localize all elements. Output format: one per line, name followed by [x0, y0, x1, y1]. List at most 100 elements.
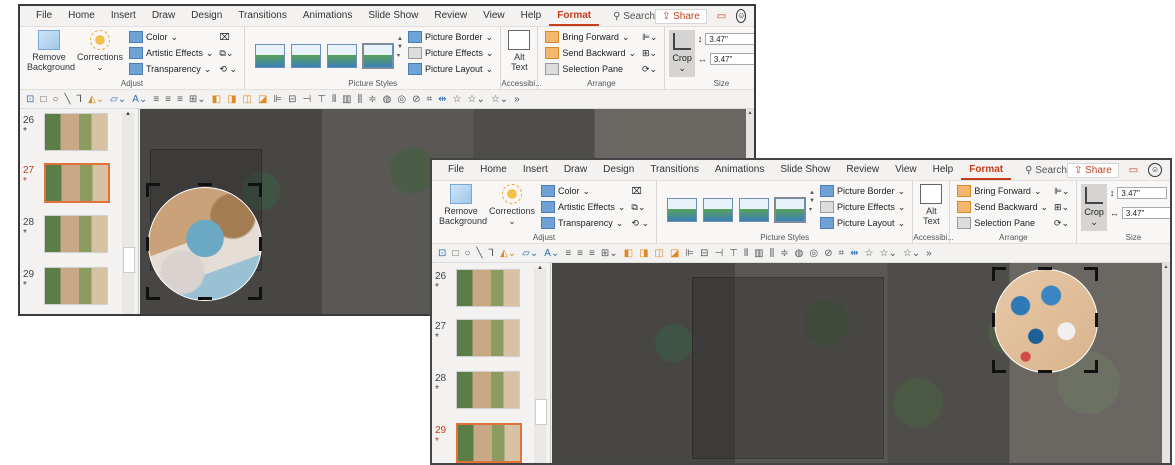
send-back-icon[interactable]: ◨: [639, 248, 648, 259]
connector-icon[interactable]: ⅂: [489, 248, 495, 259]
cropped-picture-circle[interactable]: [994, 269, 1098, 373]
picture-style-thumb[interactable]: [774, 196, 807, 223]
line-icon[interactable]: ╲: [64, 94, 70, 105]
star-dropdown-icon[interactable]: ☆⌄: [467, 94, 484, 105]
search-box[interactable]: ⚲ Search: [613, 11, 655, 22]
crop-handle[interactable]: [259, 183, 262, 197]
remove-background-button[interactable]: Remove Background: [436, 184, 487, 231]
tab-animations[interactable]: Animations: [707, 160, 772, 180]
connector-icon[interactable]: ⅂: [77, 94, 83, 105]
picture-border-button[interactable]: Picture Border ⌄: [820, 184, 905, 198]
star-icon[interactable]: ☆: [865, 248, 874, 259]
width-input[interactable]: 3.47": [709, 53, 754, 65]
crop-handle[interactable]: [992, 360, 995, 373]
align-right-objects-icon[interactable]: ⊣: [303, 94, 312, 105]
artistic-effects-button[interactable]: Artistic Effects ⌄: [129, 46, 213, 60]
crop-handle[interactable]: [146, 237, 149, 251]
line-icon[interactable]: ╲: [476, 248, 482, 259]
distribute-v-icon[interactable]: ⫼: [358, 94, 363, 105]
font-color-icon[interactable]: A⌄: [132, 94, 147, 105]
alt-text-button[interactable]: Alt Text: [505, 30, 533, 77]
crop-button[interactable]: Crop ⌄: [1081, 184, 1107, 231]
spinner-icon[interactable]: ⇕: [1170, 188, 1172, 199]
share-button[interactable]: ⇪ Share: [1066, 162, 1119, 178]
tab-help[interactable]: Help: [513, 6, 550, 26]
crop-toolbar-icon[interactable]: ⌗: [426, 94, 432, 105]
comment-icon[interactable]: ▭: [1125, 165, 1142, 176]
crop-handle[interactable]: [259, 237, 262, 251]
star-dropdown-icon[interactable]: ☆⌄: [879, 248, 896, 259]
selection-pane-button[interactable]: Selection Pane: [957, 216, 1048, 230]
transparency-button[interactable]: Transparency ⌄: [129, 62, 213, 76]
more-shapes-icon[interactable]: ☆⌄: [903, 248, 920, 259]
slide-thumbnail-current[interactable]: 27 *: [20, 163, 130, 207]
remove-background-button[interactable]: Remove Background: [24, 30, 75, 77]
font-color-icon[interactable]: A⌄: [544, 248, 559, 259]
change-picture-icon[interactable]: ⧉⌄: [631, 200, 649, 214]
textbox-icon[interactable]: ⊡: [438, 248, 446, 259]
panel-scroll-thumb[interactable]: [123, 247, 135, 273]
height-input[interactable]: 3.47": [705, 33, 754, 45]
bring-forward-button[interactable]: Bring Forward ⌄: [545, 30, 636, 44]
crop-handle[interactable]: [1095, 360, 1098, 373]
crop-handle[interactable]: [146, 183, 149, 197]
oval-icon[interactable]: ○: [464, 248, 470, 259]
align-right-icon[interactable]: ≡: [177, 94, 183, 105]
reset-picture-icon[interactable]: ⟲ ⌄: [631, 216, 649, 230]
picture-border-button[interactable]: Picture Border ⌄: [408, 30, 493, 44]
artistic-effects-button[interactable]: Artistic Effects ⌄: [541, 200, 625, 214]
ungroup-icon[interactable]: ◪: [670, 248, 679, 259]
slide-thumbnail[interactable]: 27 *: [432, 319, 542, 363]
tab-transitions[interactable]: Transitions: [642, 160, 707, 180]
gallery-scroll[interactable]: ▲ ▼ ▾: [397, 30, 405, 77]
oval-icon[interactable]: ○: [52, 94, 58, 105]
align-center-icon[interactable]: ≡: [577, 248, 583, 259]
align-center-icon[interactable]: ≡: [165, 94, 171, 105]
align-right-objects-icon[interactable]: ⊣: [715, 248, 724, 259]
smiley-icon[interactable]: ☺: [736, 9, 747, 23]
textbox-icon[interactable]: ⊡: [26, 94, 34, 105]
picture-style-thumb[interactable]: [703, 197, 734, 222]
shape-outline-icon[interactable]: ◎: [809, 248, 818, 259]
more-shapes-icon[interactable]: ☆⌄: [491, 94, 508, 105]
alt-text-button[interactable]: Alt Text: [917, 184, 945, 231]
change-picture-icon[interactable]: ⧉⌄: [219, 46, 237, 60]
align-middle-icon[interactable]: ⊟: [700, 248, 708, 259]
tab-help[interactable]: Help: [925, 160, 962, 180]
tab-format[interactable]: Format: [549, 6, 600, 26]
resize-icon[interactable]: ⇹: [850, 248, 858, 259]
bring-front-icon[interactable]: ◧: [212, 94, 221, 105]
panel-scrollbar[interactable]: [122, 113, 134, 314]
scroll-up-icon[interactable]: ▲: [1162, 263, 1170, 271]
slide-canvas[interactable]: [552, 263, 1162, 463]
bring-forward-button[interactable]: Bring Forward ⌄: [957, 184, 1048, 198]
transparency-button[interactable]: Transparency ⌄: [541, 216, 625, 230]
star-icon[interactable]: ☆: [453, 94, 462, 105]
chart-icon[interactable]: ▥: [342, 94, 351, 105]
crop-button[interactable]: Crop ⌄: [669, 30, 695, 77]
fill-color-icon[interactable]: ◭⌄: [500, 248, 516, 259]
align-middle-icon[interactable]: ⊟: [288, 94, 296, 105]
tab-review[interactable]: Review: [838, 160, 887, 180]
shape-effects-icon[interactable]: ⊘: [412, 94, 420, 105]
slide-thumbnail[interactable]: 29 *: [20, 267, 130, 311]
align-left-icon[interactable]: ≡: [153, 94, 159, 105]
shape-outline-icon[interactable]: ◎: [397, 94, 406, 105]
slide-thumbnail-current[interactable]: 29 *: [432, 423, 542, 463]
canvas-scrollbar[interactable]: [1162, 263, 1170, 463]
align-icon[interactable]: ⊫⌄: [642, 30, 657, 44]
picture-style-thumb[interactable]: [739, 197, 770, 222]
tab-slide-show[interactable]: Slide Show: [772, 160, 838, 180]
slide-thumbnail[interactable]: 28 *: [20, 215, 130, 259]
tab-review[interactable]: Review: [426, 6, 475, 26]
crop-handle[interactable]: [992, 267, 995, 281]
resize-icon[interactable]: ⇹: [438, 94, 446, 105]
tab-file[interactable]: File: [440, 160, 472, 180]
color-button[interactable]: Color ⌄: [129, 30, 213, 44]
outline-color-icon[interactable]: ▱⌄: [110, 94, 126, 105]
distribute-v-icon[interactable]: ⫼: [770, 248, 775, 259]
distribute-icon[interactable]: ⊞⌄: [189, 94, 206, 105]
tab-format[interactable]: Format: [961, 160, 1012, 180]
reset-picture-icon[interactable]: ⟲ ⌄: [219, 62, 237, 76]
chart-icon[interactable]: ▥: [754, 248, 763, 259]
